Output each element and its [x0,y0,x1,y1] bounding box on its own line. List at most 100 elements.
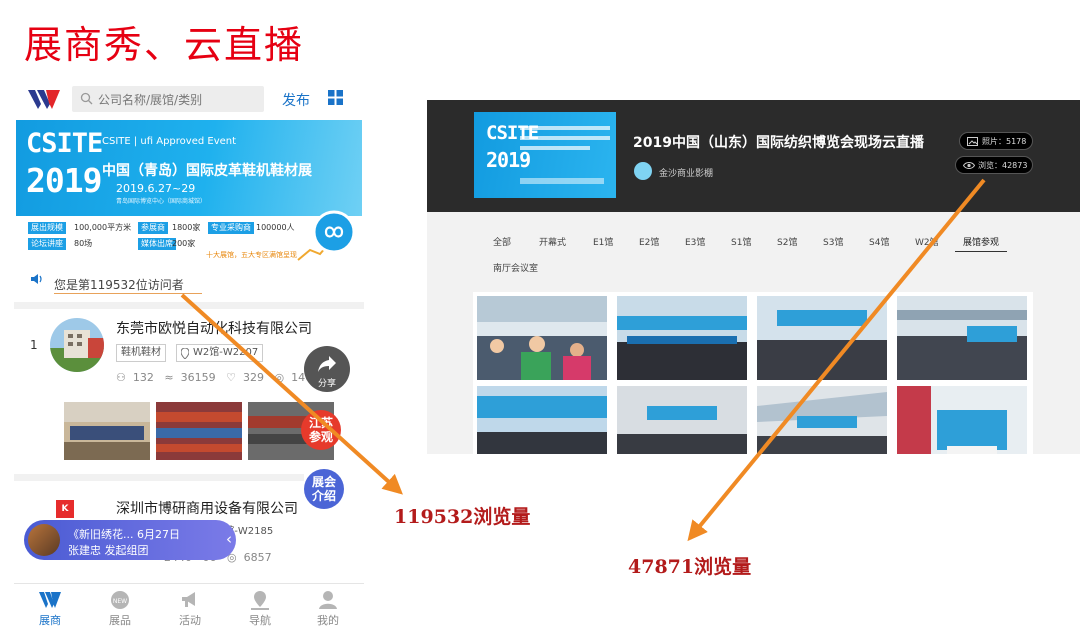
tab-all[interactable]: 全部 [493,235,511,248]
stat-label: 参展商 [138,222,168,234]
gallery-photo[interactable] [897,386,1027,454]
float-red-line1: 江苏 [308,416,333,430]
grid-menu-icon[interactable] [328,90,343,105]
gallery-photo[interactable] [757,296,887,380]
poster-text-line [520,146,590,150]
company-category-tag: 鞋机鞋材 [116,344,166,362]
gallery-photo[interactable] [477,296,607,380]
tab-s1[interactable]: S1馆 [731,235,751,248]
live-title: 2019中国（山东）国际纺织博览会现场云直播 [633,135,924,151]
company-logo[interactable]: K [56,500,74,518]
stat-label: 论坛讲座 [28,238,66,250]
poster-year: 2019 [486,148,531,172]
fire-icon: ≈ [164,371,174,384]
gallery-photo[interactable] [617,296,747,380]
like-icon: ♡ [226,371,236,384]
share-button[interactable]: 分享 [304,346,350,392]
hot-count: 36159 [180,371,216,384]
search-input[interactable]: 公司名称/展馆/类别 [72,86,264,112]
organizer-icon [634,162,652,180]
tab-w2[interactable]: W2馆 [915,235,939,248]
cloud-live-webpage: CSITE 2019 2019中国（山东）国际纺织博览会现场云直播 金沙商业影棚… [427,100,1080,454]
visitor-counter: 您是第119532位访问者 [54,278,184,292]
exhibition-banner[interactable]: CSITE 2019 CSITE | ufi Approved Event 中国… [16,120,362,216]
tab-e1[interactable]: E1馆 [593,235,613,248]
tab-s2[interactable]: S2馆 [777,235,797,248]
organizer-name[interactable]: 金沙商业影棚 [659,166,713,179]
banner-date: 2019.6.27~29 [116,182,196,195]
divider [54,293,202,294]
banner-venue: 青岛国际博览中心（国际商城馆） [116,198,207,205]
top-bar: 公司名称/展馆/类别 发布 [14,80,364,118]
tab-hall-tour[interactable]: 展馆参观 [963,235,999,248]
user-count-icon: ⚇ [116,371,126,384]
tab-opening[interactable]: 开幕式 [539,235,566,248]
photo-count: 照片：5178 [982,137,1027,146]
company-avatar[interactable] [50,318,104,372]
map-pin-icon [251,591,269,610]
gallery-photo[interactable] [757,386,887,454]
nav-label: 我的 [317,614,339,627]
slide-title: 展商秀、云直播 [24,23,305,67]
nav-activities[interactable]: 活动 [160,590,220,628]
stat-label: 媒体出席 [138,238,176,250]
float-blue-line1: 展会 [311,475,336,489]
visit-float-button[interactable]: 江苏 参观 [301,410,341,450]
products-badge-icon: NEW [111,591,129,609]
nav-label: 展品 [109,614,131,627]
event-poster[interactable]: CSITE 2019 [474,112,616,198]
photo-gallery [473,292,1033,454]
company-name[interactable]: 东莞市欧悦自动化科技有限公司 [116,318,312,338]
view-count: 浏览：42873 [978,161,1028,170]
organizer-avatar [28,524,60,556]
tab-e2[interactable]: E2馆 [639,235,659,248]
follower-count: 132 [132,371,154,384]
chevron-left-icon[interactable]: ‹ [226,530,232,548]
live-header: CSITE 2019 2019中国（山东）国际纺织博览会现场云直播 金沙商业影棚… [427,100,1080,212]
stats-note: 十大展馆，五大专区满馆呈现 [206,251,297,259]
stat-value: 100000人 [256,223,295,232]
image-icon [967,137,978,146]
gallery-photo[interactable] [477,386,607,454]
expo-intro-float-button[interactable]: 展会 介绍 [304,469,344,509]
app-logo-icon [28,90,60,109]
section-separator [14,302,364,309]
company-booth-tag: W2馆-W2207 [176,344,264,362]
active-tab-indicator [955,251,1007,252]
location-pin-icon [181,348,189,359]
gallery-photo[interactable] [897,296,1027,380]
megaphone-icon [182,592,195,607]
company-name[interactable]: 深圳市博研商用设备有限公司 [116,498,298,518]
share-arrow-icon [318,356,336,372]
tab-e3[interactable]: E3馆 [685,235,705,248]
tab-south-hall-meeting[interactable]: 南厅会议室 [493,261,538,274]
poster-text-line [520,126,610,130]
stat-value: 80场 [74,239,93,248]
company-photo[interactable] [64,402,150,460]
search-icon [80,92,93,105]
exhibitors-icon [39,592,61,608]
nav-navigation[interactable]: 导航 [230,590,290,628]
company-counts: ⚇132 ≈36159 ♡329 ◎1467 [116,371,326,384]
share-label: 分享 [317,379,336,389]
gallery-photo[interactable] [617,386,747,454]
publish-button[interactable]: 发布 [282,90,310,110]
nav-profile[interactable]: 我的 [298,590,358,628]
tab-s3[interactable]: S3馆 [823,235,843,248]
section-separator [14,474,304,481]
svg-text:NEW: NEW [113,598,127,605]
nav-products[interactable]: NEW 展品 [90,590,150,628]
banner-year: 2019 [26,161,102,200]
float-blue-line2: 介绍 [311,489,336,503]
speaker-icon [31,274,42,284]
nav-label: 导航 [249,614,271,627]
company-photo[interactable] [156,402,242,460]
stat-label: 展出规模 [28,222,66,234]
float-red-line2: 参观 [308,430,333,444]
infinity-chart-icon[interactable] [296,210,356,262]
company-photos[interactable] [64,396,334,466]
nav-label: 展商 [39,614,61,627]
group-tour-bubble[interactable]: 《新旧绣花... 6月27日 张建忠 发起组团 ‹ [24,520,236,560]
nav-exhibitors[interactable]: 展商 [20,590,80,628]
tab-s4[interactable]: S4馆 [869,235,889,248]
